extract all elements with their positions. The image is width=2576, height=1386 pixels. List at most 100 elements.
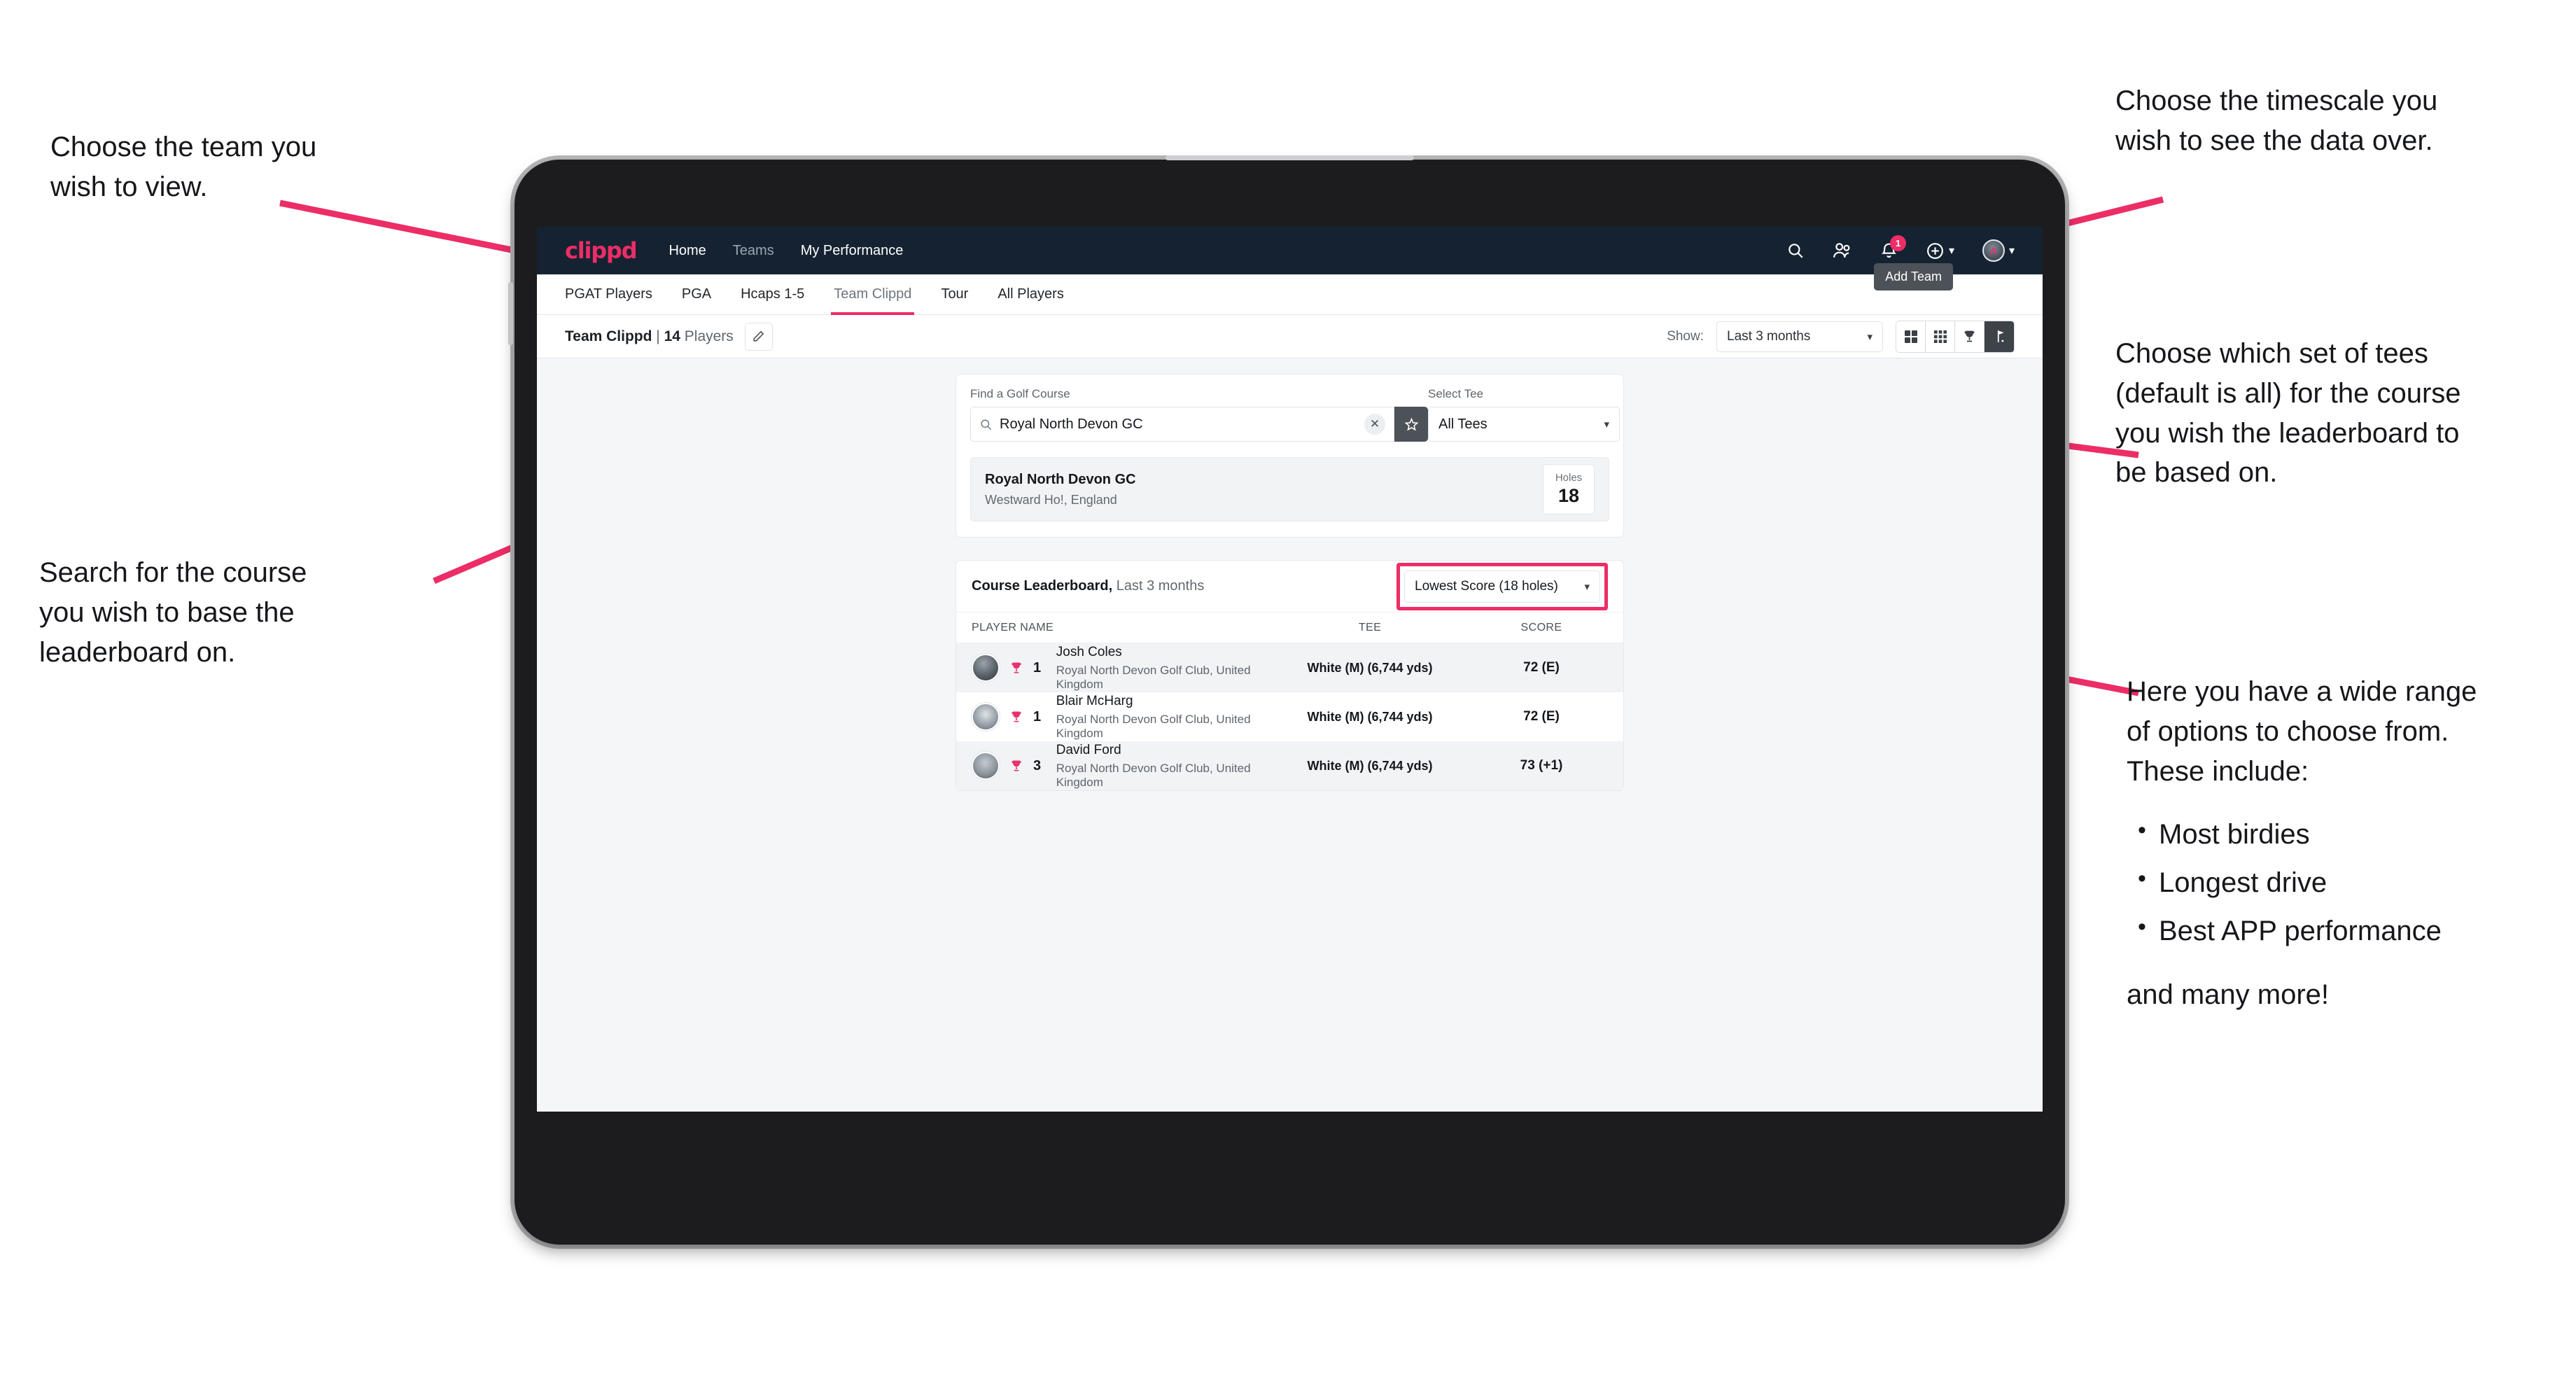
- avatar-initial: A: [1989, 245, 1998, 256]
- team-title: Team Clippd | 14 Players: [565, 328, 734, 345]
- notification-badge: 1: [1889, 235, 1906, 251]
- player-tee: White (M) (6,744 yds): [1307, 758, 1433, 773]
- annotation-line: Choose the team you: [50, 132, 317, 162]
- tab-team-clippd[interactable]: Team Clippd: [831, 274, 915, 315]
- column-header-tee: TEE: [1358, 621, 1382, 634]
- leaderboard-sort-highlight: Lowest Score (18 holes) ▾: [1396, 562, 1608, 610]
- golf-flag-icon[interactable]: [1984, 321, 2014, 352]
- player-name: David Ford: [1056, 742, 1121, 757]
- course-result-location: Westward Ho!, England: [985, 492, 1117, 507]
- annotation-tail: and many more!: [2127, 979, 2330, 1010]
- timescale-value: Last 3 months: [1727, 328, 1811, 344]
- table-row[interactable]: 1 Josh Coles Royal North Devon Golf Club…: [956, 643, 1623, 692]
- bell-icon[interactable]: 1: [1880, 235, 1906, 260]
- team-player-count: 14: [664, 328, 680, 344]
- annotation-search-course: Search for the course you wish to base t…: [39, 553, 431, 672]
- player-score: 72 (E): [1523, 660, 1560, 675]
- grid-3x3-icon[interactable]: [1926, 321, 1955, 352]
- avatar: [972, 752, 1000, 780]
- team-separator: |: [652, 328, 664, 344]
- view-mode-group: [1896, 320, 2015, 353]
- player-rank: 1: [1033, 659, 1042, 676]
- close-icon[interactable]: ✕: [1364, 414, 1385, 435]
- sub-navigation-tabs: PGAT Players PGA Hcaps 1-5 Team Clippd T…: [537, 263, 2043, 315]
- annotation-line: These include:: [2127, 755, 2309, 787]
- avatar[interactable]: A ▾: [1982, 239, 2015, 262]
- plus-circle-icon[interactable]: ▾: [1926, 241, 1954, 260]
- player-tee: White (M) (6,744 yds): [1307, 660, 1433, 675]
- annotation-line: Search for the course: [39, 557, 307, 588]
- people-icon[interactable]: [1833, 241, 1852, 260]
- leaderboard-title: Course Leaderboard, Last 3 months: [972, 578, 1204, 594]
- trophy-icon[interactable]: [1955, 321, 1984, 352]
- column-header-player-name: PLAYER NAME: [972, 621, 1054, 634]
- nav-link-home[interactable]: Home: [668, 243, 706, 259]
- leaderboard-title-main: Course Leaderboard,: [972, 578, 1113, 594]
- grid-2x2-icon[interactable]: [1896, 321, 1926, 352]
- annotation-line: leaderboard on.: [39, 636, 236, 668]
- player-score: 72 (E): [1523, 709, 1560, 724]
- player-info: Josh Coles Royal North Devon Golf Club, …: [1056, 645, 1265, 692]
- player-club: Royal North Devon Golf Club, United King…: [1056, 663, 1251, 691]
- annotation-line: you wish the leaderboard to: [2115, 417, 2460, 449]
- player-club: Royal North Devon Golf Club, United King…: [1056, 712, 1251, 740]
- chevron-down-icon: ▾: [1584, 580, 1590, 593]
- tab-pgat-players[interactable]: PGAT Players: [565, 274, 652, 315]
- annotation-line: Choose the timescale you: [2115, 85, 2438, 116]
- annotation-line: Choose which set of tees: [2115, 338, 2428, 369]
- tee-select-value: All Tees: [1438, 416, 1488, 432]
- player-rank: 3: [1033, 757, 1042, 774]
- annotation-bullet: Longest drive: [2138, 862, 2575, 903]
- chevron-down-icon: ▾: [1604, 419, 1609, 430]
- trophy-icon: [1009, 661, 1023, 675]
- search-icon[interactable]: [1786, 241, 1805, 260]
- trophy-icon: [1009, 710, 1023, 724]
- course-search-card: Find a Golf Course Royal North Devon GC …: [955, 374, 1624, 538]
- tee-select[interactable]: All Tees ▾: [1428, 407, 1620, 442]
- player-cell: 3 David Ford Royal North Devon Golf Club…: [972, 743, 1265, 790]
- annotation-line: you wish to base the: [39, 596, 295, 628]
- content-column: Find a Golf Course Royal North Devon GC …: [955, 374, 1624, 791]
- chevron-down-icon[interactable]: ▾: [1949, 244, 1954, 258]
- search-input[interactable]: Royal North Devon GC ✕: [970, 407, 1394, 442]
- chevron-down-icon[interactable]: ▾: [2009, 244, 2015, 258]
- annotation-bullet-list: Most birdies Longest drive Best APP perf…: [2127, 813, 2575, 951]
- leaderboard-header: Course Leaderboard, Last 3 months Lowest…: [956, 561, 1623, 612]
- avatar: [972, 703, 1000, 731]
- tab-all-players[interactable]: All Players: [997, 274, 1063, 315]
- nav-link-teams[interactable]: Teams: [733, 243, 774, 259]
- tee-field-group: Select Tee All Tees ▾: [1428, 387, 1620, 442]
- tablet-device-frame: clippd Home Teams My Performance 1 ▾ A ▾…: [508, 155, 2065, 1245]
- nav-link-my-performance[interactable]: My Performance: [801, 243, 904, 259]
- course-leaderboard-card: Course Leaderboard, Last 3 months Lowest…: [955, 560, 1624, 791]
- tab-pga[interactable]: PGA: [682, 274, 711, 315]
- timescale-select[interactable]: Last 3 months ▾: [1716, 321, 1883, 352]
- tab-tour[interactable]: Tour: [941, 274, 968, 315]
- table-row[interactable]: 3 David Ford Royal North Devon Golf Club…: [956, 741, 1623, 790]
- holes-badge: Holes 18: [1543, 464, 1595, 514]
- edit-team-button[interactable]: [744, 322, 773, 351]
- clippd-logo[interactable]: clippd: [565, 237, 638, 264]
- tab-hcaps-1-5[interactable]: Hcaps 1-5: [741, 274, 804, 315]
- table-row[interactable]: 1 Blair McHarg Royal North Devon Golf Cl…: [956, 692, 1623, 741]
- leaderboard-sort-value: Lowest Score (18 holes): [1415, 578, 1558, 594]
- annotation-line: of options to choose from.: [2127, 715, 2449, 747]
- course-result-item[interactable]: Royal North Devon GC Westward Ho!, Engla…: [970, 457, 1609, 522]
- course-field-group: Find a Golf Course Royal North Devon GC …: [970, 387, 1428, 442]
- leaderboard-sort-select[interactable]: Lowest Score (18 holes) ▾: [1404, 570, 1600, 603]
- team-toolbar: Team Clippd | 14 Players Show: Last 3 mo…: [537, 315, 2043, 358]
- nav-icon-group: 1 ▾ A ▾: [1786, 235, 2015, 262]
- annotation-line: be based on.: [2115, 457, 2278, 489]
- annotation-line: wish to see the data over.: [2115, 125, 2433, 156]
- top-navbar: clippd Home Teams My Performance 1 ▾ A ▾: [537, 227, 2043, 274]
- annotation-options: Here you have a wide range of options to…: [2127, 672, 2575, 1015]
- primary-nav-links: Home Teams My Performance: [668, 243, 903, 259]
- player-score: 73 (+1): [1520, 758, 1563, 773]
- leaderboard-title-sub: Last 3 months: [1112, 578, 1205, 594]
- holes-value: 18: [1558, 485, 1580, 506]
- player-rank: 1: [1033, 708, 1042, 724]
- star-icon[interactable]: [1394, 407, 1428, 442]
- add-team-tooltip: Add Team: [1874, 263, 1953, 290]
- course-result-name: Royal North Devon GC: [985, 471, 1136, 487]
- annotation-line: Here you have a wide range: [2127, 676, 2477, 707]
